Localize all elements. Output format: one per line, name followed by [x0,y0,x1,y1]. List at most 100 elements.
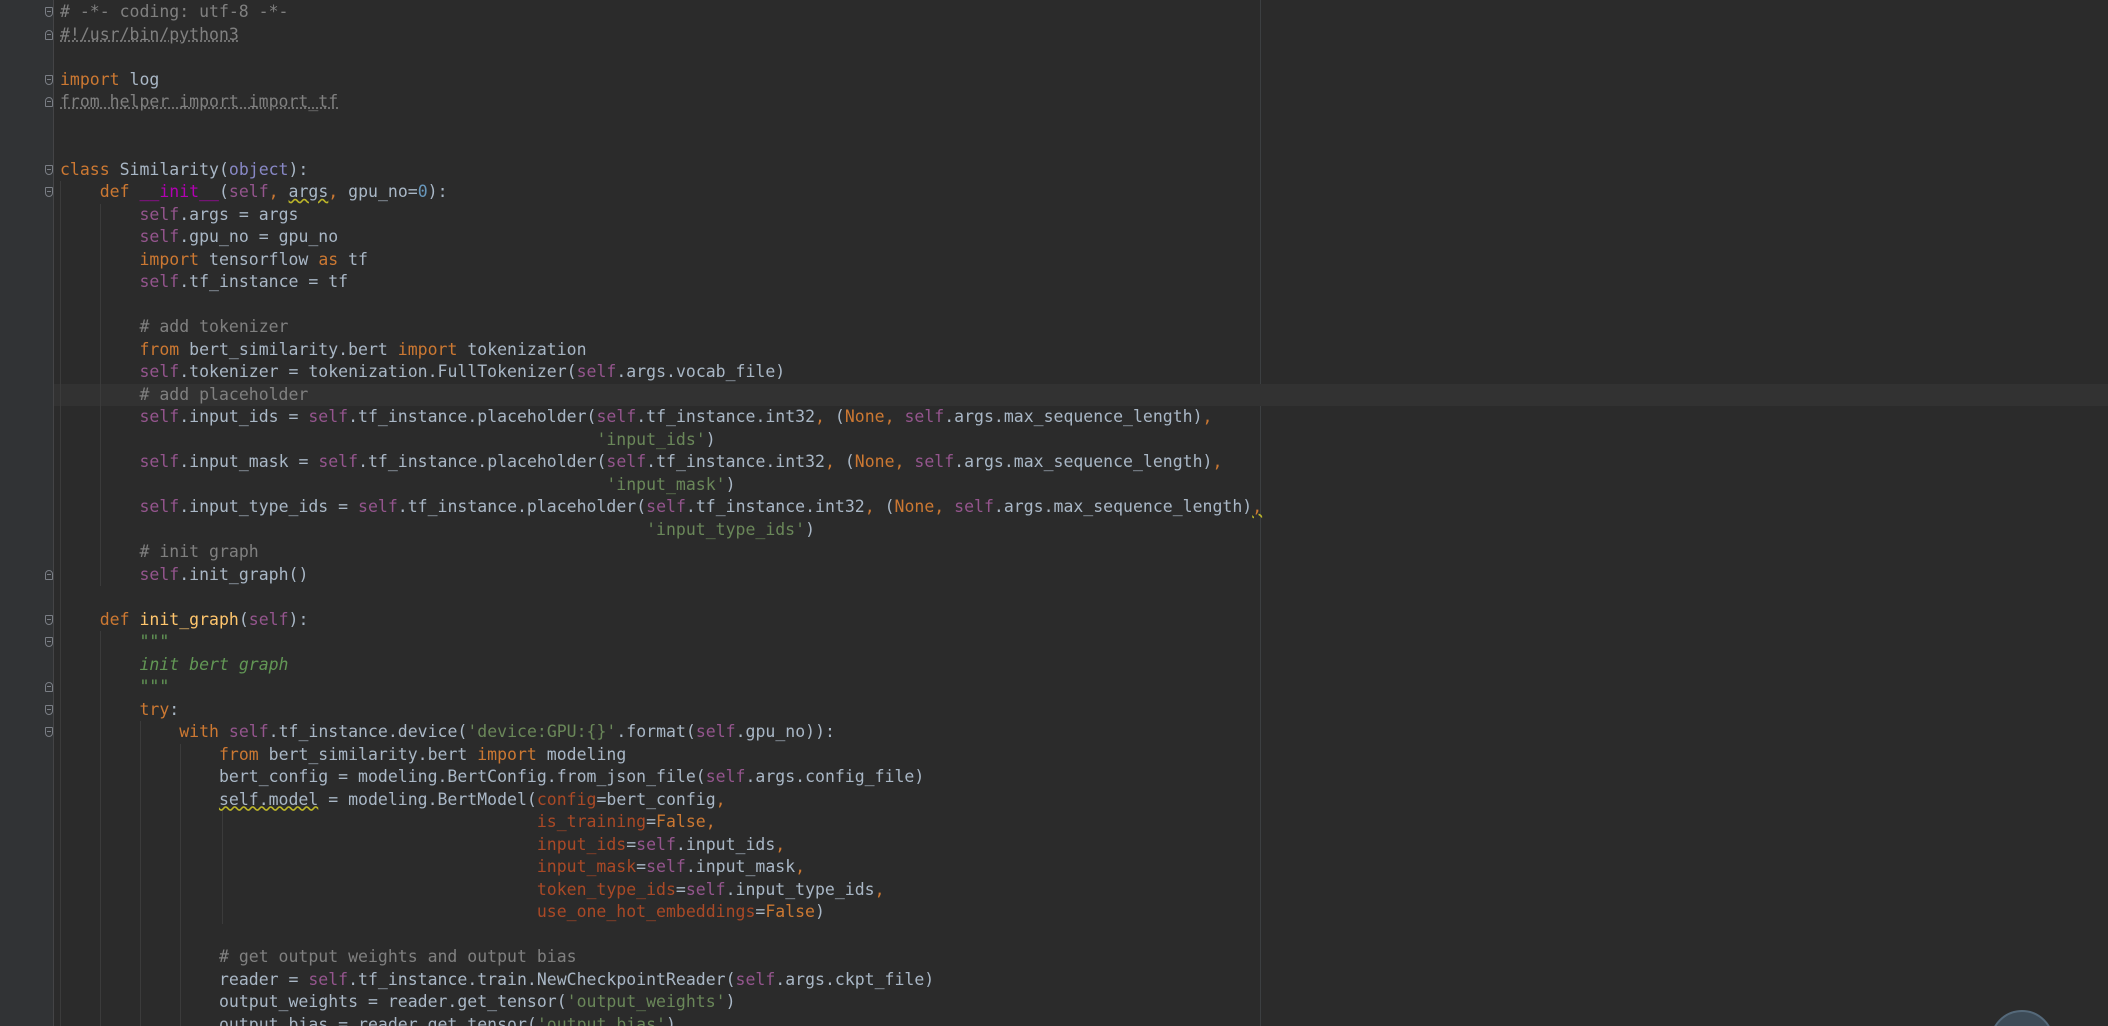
code-line[interactable]: """ [60,676,169,699]
code-token: config [536,789,597,809]
code-line[interactable]: self.gpu_no = gpu_no [60,226,338,249]
code-text-area[interactable]: # -*- coding: utf-8 -*- #!/usr/bin/python… [60,0,2108,1026]
code-token: 'output_bias' [536,1014,666,1026]
code-line[interactable]: reader = self.tf_instance.train.NewCheck… [60,969,934,992]
code-token: self [139,272,180,291]
code-line[interactable]: use_one_hot_embeddings=False) [60,901,825,924]
code-line[interactable]: bert_config = modeling.BertConfig.from_j… [60,766,924,789]
code-token: .format( [616,722,696,741]
code-line[interactable]: def init_graph(self): [60,609,309,632]
code-line[interactable]: self.input_ids = self.tf_instance.placeh… [60,406,1212,429]
code-token: def [99,182,130,201]
code-token: import [60,69,120,89]
code-token: object [228,159,289,179]
code-token: ( [884,497,895,516]
code-token: .args.max_sequence_length) [944,407,1203,426]
code-line[interactable]: try: [60,699,179,722]
fold-start-marker-icon[interactable] [45,727,53,737]
code-line[interactable]: 'input_type_ids') [60,519,815,542]
code-line[interactable]: def __init__(self, args, gpu_no=0): [60,181,448,204]
code-line[interactable]: self.tf_instance = tf [60,271,348,294]
code-line[interactable]: self.input_type_ids = self.tf_instance.p… [60,496,1262,519]
fold-end-marker-icon[interactable] [45,29,53,40]
code-line[interactable]: import tensorflow as tf [60,249,368,272]
code-token: , [795,857,806,876]
code-token: .input_type_ids [725,879,875,899]
code-line[interactable]: self.model = modeling.BertModel(config=b… [60,789,726,812]
code-token: False [765,902,815,921]
code-token: .tf_instance.placeholder( [358,452,607,471]
code-line[interactable]: with self.tf_instance.device('device:GPU… [60,721,835,744]
code-token: log [119,69,160,89]
code-line[interactable]: output_bias = reader.get_tensor('output_… [60,1014,676,1026]
fold-end-marker-icon[interactable] [45,569,53,580]
fold-start-marker-icon[interactable] [45,637,53,647]
code-token: ) [805,519,815,539]
code-token: , [874,879,885,899]
code-token: ( [218,182,229,201]
code-line[interactable]: from bert_similarity.bert import modelin… [60,744,626,767]
code-token: self [139,204,180,224]
fold-start-marker-icon[interactable] [45,187,53,197]
code-line[interactable]: class Similarity(object): [60,159,308,182]
code-token: ) [725,992,736,1011]
code-token: output_weights = reader.get_tensor( [218,992,567,1011]
code-token: input_ids [536,834,627,854]
code-token: token_type_ids [536,879,676,899]
code-line[interactable]: """ [60,631,169,654]
fold-end-marker-icon[interactable] [45,682,53,692]
code-line[interactable]: from bert_similarity.bert import tokeniz… [60,339,586,362]
code-line[interactable]: init bert graph [60,654,288,677]
code-token: is_training [536,812,647,831]
code-line[interactable]: output_weights = reader.get_tensor('outp… [60,991,736,1014]
fold-end-marker-icon[interactable] [45,97,53,107]
code-line[interactable]: is_training=False, [60,811,716,834]
fold-start-marker-icon[interactable] [45,164,53,175]
code-token: .input_type_ids = [179,497,359,516]
code-token: .tf_instance.int32 [636,407,816,426]
code-line[interactable]: # add placeholder [60,384,308,407]
code-token: self [735,969,776,989]
code-token: self [596,407,637,426]
code-token: .input_ids = [179,407,309,426]
code-token: .input_mask [685,857,796,876]
code-token: import [477,744,537,764]
fold-start-marker-icon[interactable] [45,614,53,625]
code-line[interactable]: # init graph [60,541,258,564]
code-line[interactable]: # get output weights and output bias [60,946,577,969]
code-line[interactable]: 'input_mask') [60,474,735,497]
code-token: 'output_weights' [566,992,726,1011]
code-line[interactable]: input_mask=self.input_mask, [60,856,805,879]
code-line[interactable]: from helper import import_tf [60,91,338,114]
code-line[interactable]: self.init_graph() [60,564,308,587]
code-token: , [894,452,915,471]
code-line[interactable]: input_ids=self.input_ids, [60,834,785,857]
fold-start-marker-icon[interactable] [45,7,53,17]
fold-start-marker-icon[interactable] [45,74,53,85]
editor-gutter[interactable] [0,0,54,1026]
code-line[interactable]: self.args = args [60,204,298,227]
code-line[interactable]: #!/usr/bin/python3 [60,24,239,47]
code-token: .tf_instance.int32 [685,497,865,516]
code-line[interactable]: 'input_ids') [60,429,715,452]
code-line[interactable]: self.input_mask = self.tf_instance.place… [60,451,1222,474]
code-line[interactable]: token_type_ids=self.input_type_ids, [60,879,885,902]
code-line[interactable]: # add tokenizer [60,316,288,339]
code-line[interactable]: # -*- coding: utf-8 -*- [60,1,288,24]
code-token: self [139,564,180,584]
fold-start-marker-icon[interactable] [45,704,53,715]
code-editor[interactable]: # -*- coding: utf-8 -*- #!/usr/bin/python… [0,0,2108,1026]
code-line[interactable]: self.tokenizer = tokenization.FullTokeni… [60,361,785,384]
code-token: .tf_instance.placeholder( [348,407,597,426]
code-token: , [1202,407,1213,426]
code-line[interactable]: import log [60,69,159,92]
code-token: , [328,182,349,201]
code-token: self [139,452,180,471]
code-token: ): [288,609,309,629]
